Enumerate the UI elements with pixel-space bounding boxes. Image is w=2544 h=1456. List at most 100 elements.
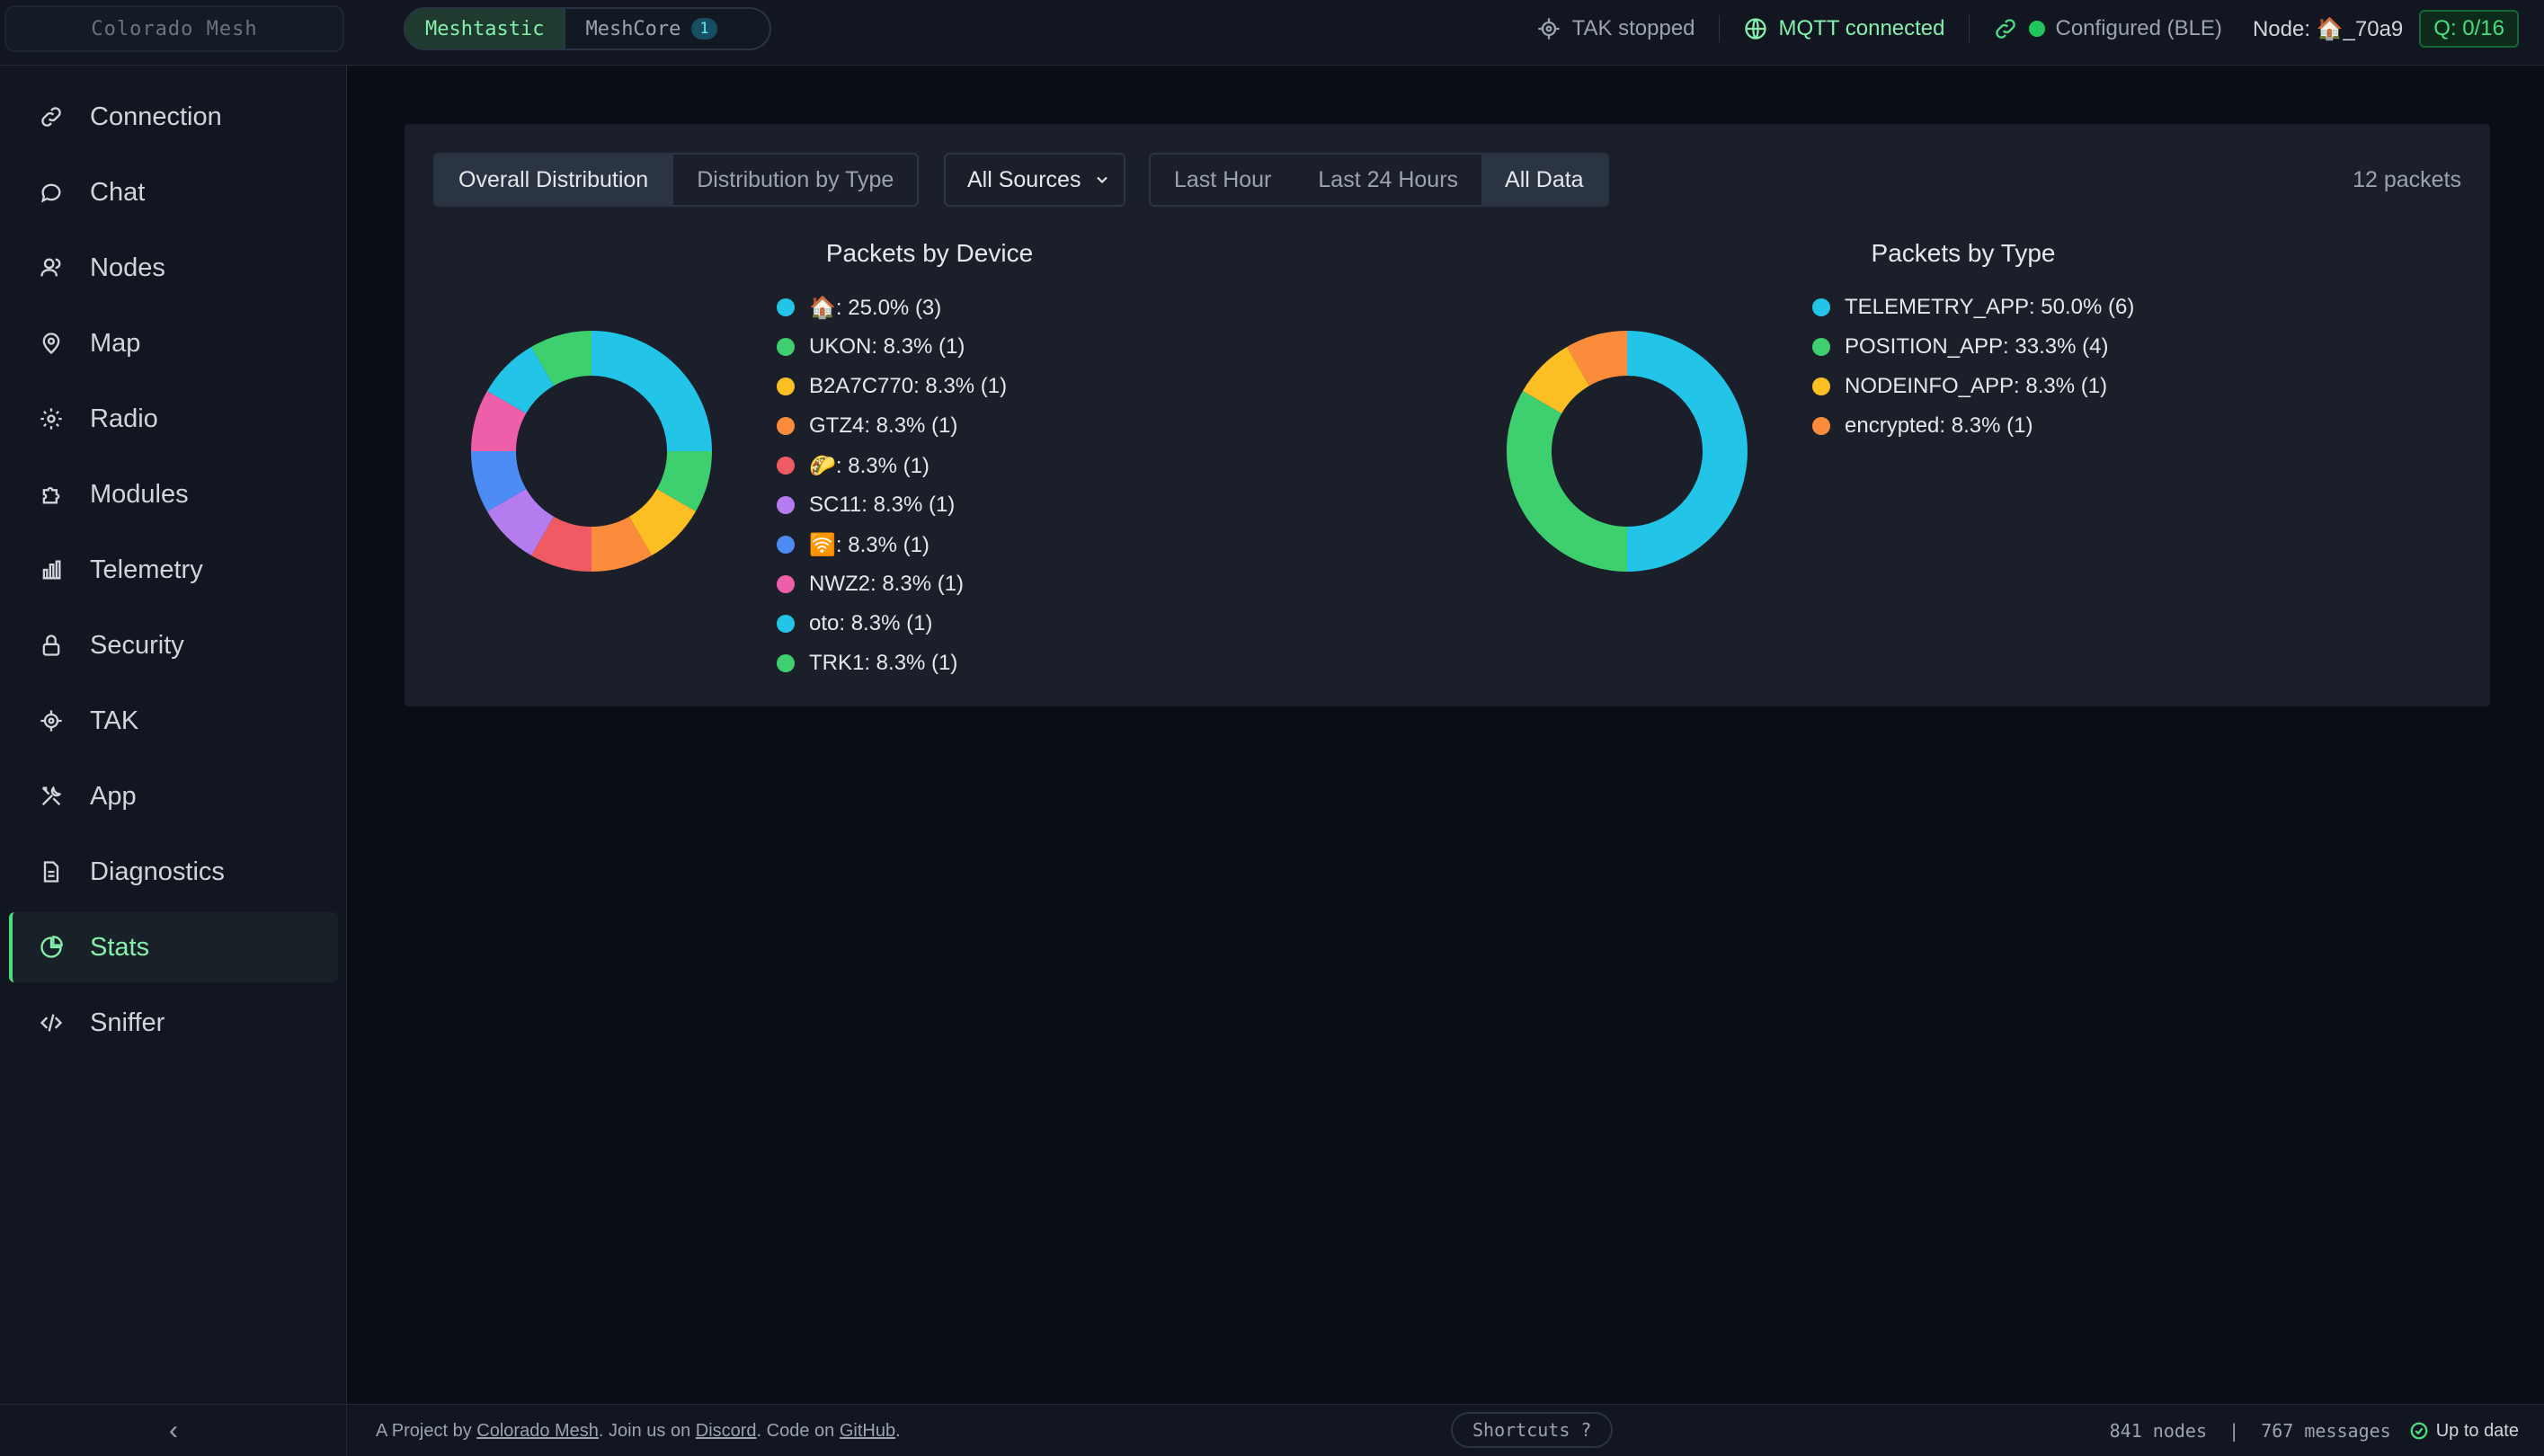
crosshair-icon [1537, 18, 1560, 40]
time-range-toggle: Last Hour Last 24 Hours All Data [1149, 153, 1609, 207]
sidebar-item-diagnostics[interactable]: Diagnostics [9, 837, 338, 907]
legend-item: B2A7C770: 8.3% (1) [777, 367, 1007, 406]
legend-swatch [777, 417, 795, 435]
protocol-switch: Meshtastic MeshCore 1 [404, 7, 771, 50]
pie-slice-type-1[interactable] [1507, 391, 1627, 572]
globe-icon [1744, 18, 1766, 40]
update-status-label: Up to date [2435, 1420, 2519, 1441]
app-logo[interactable]: Colorado Mesh [4, 5, 344, 52]
legend-swatch [777, 377, 795, 395]
nodes-icon [38, 254, 65, 281]
legend-label: oto: 8.3% (1) [809, 611, 933, 635]
sidebar-item-radio[interactable]: Radio [9, 384, 338, 454]
sidebar-item-label: Diagnostics [90, 857, 225, 886]
legend-swatch [1812, 338, 1830, 356]
sidebar-item-tak[interactable]: TAK [9, 686, 338, 756]
chevron-left-icon: ‹ [169, 1415, 178, 1445]
sidebar-item-label: Sniffer [90, 1008, 165, 1037]
discord-link[interactable]: Discord [696, 1421, 757, 1441]
legend-label: 🌮: 8.3% (1) [809, 453, 930, 478]
link-icon [1995, 19, 2015, 39]
sidebar-item-label: TAK [90, 706, 139, 735]
crosshair-icon [38, 707, 65, 734]
legend-swatch [777, 298, 795, 316]
legend-swatch [1812, 417, 1830, 435]
tab-distribution-by-type[interactable]: Distribution by Type [672, 155, 917, 205]
sidebar-item-map[interactable]: Map [9, 308, 338, 378]
tab-meshcore[interactable]: MeshCore 1 [565, 9, 736, 49]
top-bar: Colorado Mesh Meshtastic MeshCore 1 TAK … [0, 0, 2544, 66]
device-donut-chart [471, 331, 712, 572]
legend-item: TRK1: 8.3% (1) [777, 644, 1007, 683]
legend-item: POSITION_APP: 33.3% (4) [1812, 327, 2134, 367]
github-link[interactable]: GitHub [840, 1421, 895, 1441]
sidebar-item-label: App [90, 781, 137, 811]
link-icon [38, 103, 65, 130]
tab-last-hour[interactable]: Last Hour [1151, 155, 1294, 205]
shortcuts-button[interactable]: Shortcuts ? [1451, 1412, 1614, 1448]
node-label[interactable]: Node: 🏠_70a9 [2253, 16, 2403, 42]
colorado-mesh-link[interactable]: Colorado Mesh [476, 1421, 599, 1441]
chevron-down-icon [1097, 176, 1107, 183]
legend-swatch [1812, 377, 1830, 395]
type-chart-legend: TELEMETRY_APP: 50.0% (6) POSITION_APP: 33… [1812, 288, 2134, 446]
tab-meshtastic-label: Meshtastic [425, 17, 545, 40]
legend-swatch [777, 338, 795, 356]
meshcore-badge: 1 [691, 18, 717, 40]
source-select[interactable]: All Sources [944, 153, 1125, 207]
sidebar-item-label: Nodes [90, 253, 165, 282]
sidebar-item-sniffer[interactable]: Sniffer [9, 988, 338, 1058]
legend-swatch [777, 536, 795, 554]
sidebar-item-connection[interactable]: Connection [9, 82, 338, 152]
sidebar-item-label: Security [90, 630, 184, 660]
update-status[interactable]: Up to date [2409, 1421, 2519, 1442]
sidebar-item-modules[interactable]: Modules [9, 459, 338, 529]
tak-status[interactable]: TAK stopped [1536, 16, 1695, 41]
tab-all-data[interactable]: All Data [1481, 155, 1607, 205]
sidebar-item-chat[interactable]: Chat [9, 157, 338, 227]
stats-panel: Overall Distribution Distribution by Typ… [405, 124, 2490, 706]
sidebar-item-telemetry[interactable]: Telemetry [9, 535, 338, 605]
legend-label: encrypted: 8.3% (1) [1845, 413, 2033, 438]
legend-item: NWZ2: 8.3% (1) [777, 564, 1007, 604]
legend-label: NWZ2: 8.3% (1) [809, 572, 965, 596]
tab-overall-distribution[interactable]: Overall Distribution [435, 155, 672, 205]
legend-label: TRK1: 8.3% (1) [809, 651, 958, 675]
legend-label: UKON: 8.3% (1) [809, 334, 965, 359]
legend-swatch [777, 457, 795, 475]
connection-status-label: Configured (BLE) [2055, 16, 2222, 40]
footer: A Project by Colorado Mesh. Join us on D… [347, 1404, 2544, 1456]
legend-label: 🛜: 8.3% (1) [809, 532, 930, 557]
legend-label: POSITION_APP: 33.3% (4) [1845, 334, 2109, 359]
legend-item: TELEMETRY_APP: 50.0% (6) [1812, 288, 2134, 327]
sidebar-item-security[interactable]: Security [9, 610, 338, 680]
tab-meshtastic[interactable]: Meshtastic [405, 9, 566, 49]
sidebar-item-nodes[interactable]: Nodes [9, 233, 338, 303]
pie-chart-icon [38, 934, 65, 961]
connection-status[interactable]: Configured (BLE) [1993, 16, 2222, 41]
legend-item: 🛜: 8.3% (1) [777, 525, 1007, 564]
tab-last-24-hours[interactable]: Last 24 Hours [1294, 155, 1481, 205]
map-pin-icon [38, 330, 65, 357]
legend-label: B2A7C770: 8.3% (1) [809, 374, 1008, 398]
puzzle-icon [38, 481, 65, 508]
legend-item: oto: 8.3% (1) [777, 604, 1007, 644]
legend-label: SC11: 8.3% (1) [809, 493, 956, 517]
footer-stats: 841 nodes | 767 messages Up to date [2110, 1420, 2519, 1442]
pie-slice-device-0[interactable] [592, 331, 712, 451]
sidebar-item-stats[interactable]: Stats [9, 912, 338, 982]
mqtt-status[interactable]: MQTT connected [1743, 16, 1945, 41]
pie-slice-type-0[interactable] [1627, 331, 1748, 572]
node-message-count: 841 nodes | 767 messages [2109, 1420, 2391, 1442]
tools-icon [38, 783, 65, 810]
legend-label: 🏠: 25.0% (3) [809, 295, 942, 320]
collapse-sidebar-button[interactable]: ‹ [0, 1404, 347, 1456]
sidebar-item-label: Stats [90, 932, 150, 962]
connected-indicator [2028, 21, 2045, 37]
legend-item: NODEINFO_APP: 8.3% (1) [1812, 367, 2134, 406]
legend-item: UKON: 8.3% (1) [777, 327, 1007, 367]
sidebar-item-app[interactable]: App [9, 761, 338, 831]
footer-text: . Join us on [598, 1421, 696, 1441]
legend-label: TELEMETRY_APP: 50.0% (6) [1845, 295, 2135, 319]
queue-badge: Q: 0/16 [2419, 10, 2519, 48]
